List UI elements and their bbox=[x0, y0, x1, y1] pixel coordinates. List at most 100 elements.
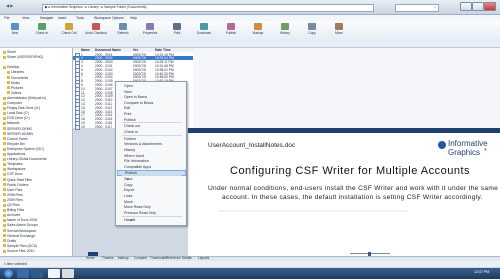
sidebar-item[interactable]: CSF Docs bbox=[3, 172, 22, 176]
ribbon-button-copy[interactable]: Copy bbox=[301, 23, 323, 40]
sidebar-item[interactable]: Videos bbox=[7, 91, 21, 95]
menu-item-view[interactable]: View bbox=[22, 16, 29, 20]
sidebar-item[interactable]: Quick Start Files bbox=[3, 178, 32, 182]
context-menu-item-move[interactable]: Move bbox=[124, 200, 133, 204]
context-menu-item-edit[interactable]: Edit bbox=[124, 106, 130, 110]
bottom-tab-compare[interactable]: Compare bbox=[134, 256, 147, 260]
viewer-toolbar-text[interactable]: Annotate Version Content Measure Publish bbox=[246, 136, 315, 141]
sidebar-item[interactable]: Pictures bbox=[7, 86, 23, 90]
sidebar-item[interactable]: Sheet bbox=[3, 50, 16, 54]
context-menu-item-file-information[interactable]: File Information bbox=[124, 159, 149, 163]
context-menu-item-compare-to-brava[interactable]: Compare to Brava bbox=[124, 101, 153, 105]
sidebar-item[interactable]: Name of Docs 2008 bbox=[3, 218, 37, 222]
sidebar-item[interactable]: Desktop bbox=[3, 65, 19, 69]
menu-item-insert[interactable]: Insert bbox=[58, 16, 66, 20]
context-menu-item-open[interactable]: Open bbox=[124, 84, 133, 88]
sidebar-item[interactable]: Administrator (Kirby.ad.in) bbox=[3, 96, 46, 100]
page-button[interactable] bbox=[88, 252, 98, 256]
sidebar-item[interactable]: Network bbox=[3, 121, 19, 125]
ribbon-button-download[interactable]: Download bbox=[193, 23, 215, 40]
sidebar-item[interactable]: Drafts bbox=[3, 239, 16, 243]
sidebar-item[interactable]: DVD Drive (D:) bbox=[3, 116, 30, 120]
ribbon-button-print[interactable]: Print bbox=[166, 23, 188, 40]
sidebar-item[interactable]: Recycle Bin bbox=[3, 142, 25, 146]
sidebar-item[interactable]: Service/Workspace bbox=[3, 229, 36, 233]
address-bar[interactable]: ▶ ▸ Informative Graphics › ▸ Library › ▸… bbox=[42, 4, 374, 12]
context-menu-item-history[interactable]: History bbox=[124, 148, 135, 152]
minimize-button[interactable] bbox=[460, 2, 472, 11]
nav-arrows[interactable]: ◀ ▶ bbox=[6, 4, 13, 8]
sidebar-item[interactable]: General Exchange bbox=[3, 234, 35, 238]
ribbon-button-refresh[interactable]: Refresh bbox=[112, 23, 134, 40]
sidebar-item[interactable]: Public Folders bbox=[3, 183, 28, 187]
taskbar-item-window-2[interactable] bbox=[62, 269, 74, 278]
maximize-button[interactable] bbox=[472, 2, 484, 11]
ribbon-button-markup[interactable]: Markup bbox=[247, 23, 269, 40]
bottom-tab-thumbnails[interactable]: Thumbnails bbox=[150, 256, 166, 260]
menu-item-file[interactable]: File bbox=[4, 16, 9, 20]
context-menu-item-move-read-only[interactable]: Move Read Only bbox=[124, 205, 151, 209]
close-button[interactable] bbox=[484, 2, 496, 11]
taskbar-item-explorer[interactable] bbox=[17, 269, 29, 278]
sidebar-item[interactable]: Q3 Files bbox=[3, 203, 20, 207]
menu-item-help[interactable]: Help bbox=[130, 16, 137, 20]
context-menu-item-where-used[interactable]: Where Used bbox=[124, 154, 144, 158]
context-menu-item-open-in-brava[interactable]: Open in Brava bbox=[124, 95, 147, 99]
ribbon-button-check-out[interactable]: Check Out bbox=[58, 23, 80, 40]
ribbon-button-properties[interactable]: Properties bbox=[139, 23, 161, 40]
ribbon-button-new[interactable]: New bbox=[4, 23, 26, 40]
bottom-tab-details[interactable]: Details bbox=[182, 256, 192, 260]
context-menu-item-folders[interactable]: Folders bbox=[124, 137, 136, 141]
menu-item-tools[interactable]: Tools bbox=[76, 16, 84, 20]
menu-item-workspace[interactable]: Workspace bbox=[94, 16, 111, 20]
sidebar-item[interactable]: Floppy Disk Drive (A:) bbox=[3, 106, 40, 110]
bottom-tab-layouts[interactable]: Layouts bbox=[198, 256, 209, 260]
sidebar-item[interactable]: Templates bbox=[3, 162, 22, 166]
sidebar-item[interactable]: User Files bbox=[3, 188, 22, 192]
context-menu-item-publish[interactable]: Publish bbox=[124, 118, 136, 122]
context-menu-item-view[interactable]: View bbox=[124, 90, 132, 94]
menu-item-navigate[interactable]: Navigate bbox=[40, 16, 53, 20]
ribbon-button-undo-checkout[interactable]: Undo Checkout bbox=[85, 23, 107, 40]
ribbon-button-history[interactable]: History bbox=[274, 23, 296, 40]
sidebar-item[interactable]: Music bbox=[7, 81, 20, 85]
context-menu-item-links[interactable]: Links bbox=[124, 194, 132, 198]
context-menu-item-compatible-apps[interactable]: Compatible Apps bbox=[124, 165, 151, 169]
sidebar-item[interactable]: 2009 Files bbox=[3, 198, 23, 202]
sidebar-item[interactable]: 2008 Files bbox=[3, 193, 23, 197]
start-button[interactable] bbox=[4, 269, 13, 278]
ribbon-button-move[interactable]: Move bbox=[328, 23, 350, 40]
sidebar-item[interactable]: Archived bbox=[3, 213, 20, 217]
sidebar-item[interactable]: Share (\\SERVER\ENG) bbox=[3, 55, 43, 59]
sidebar-item[interactable]: Applications bbox=[3, 152, 25, 156]
bottom-tab-thumbs[interactable]: Thumbs bbox=[102, 256, 114, 260]
context-menu-item-copy[interactable]: Copy bbox=[124, 183, 132, 187]
menu-item-options[interactable]: Options bbox=[112, 16, 124, 20]
bottom-tab-home[interactable]: Home bbox=[86, 256, 95, 260]
sidebar-item[interactable]: Documents bbox=[7, 76, 28, 80]
search-input[interactable]: ⌕ bbox=[395, 4, 439, 12]
bottom-tab-reference[interactable]: Reference bbox=[166, 256, 181, 260]
sidebar-item[interactable]: Computer bbox=[3, 101, 22, 105]
column-header[interactable]: Document Name bbox=[95, 48, 121, 52]
sidebar-item[interactable]: Sales Admin Groups bbox=[3, 223, 38, 227]
context-menu-item-send[interactable]: Send ▶ bbox=[124, 177, 132, 181]
context-menu-item-handle[interactable]: Handle ▶ bbox=[124, 218, 135, 222]
context-menu-item-versions-attachments[interactable]: Versions & Attachments bbox=[124, 142, 162, 146]
column-header[interactable]: Date Time bbox=[155, 48, 171, 52]
sidebar-item[interactable]: Source Files 2010 bbox=[3, 249, 34, 253]
context-menu-item-print[interactable]: Print bbox=[124, 112, 131, 116]
sidebar-item[interactable]: Enterprise System (IGC) bbox=[3, 147, 44, 151]
sidebar-item[interactable]: Control Panel bbox=[3, 137, 28, 141]
sidebar-item[interactable]: Billing Files bbox=[3, 208, 24, 212]
taskbar-item-window[interactable] bbox=[48, 269, 60, 278]
context-menu-item-previous-read-only[interactable]: Previous Read Only bbox=[124, 211, 156, 215]
context-menu-item-check-in[interactable]: Check in bbox=[124, 130, 138, 134]
sidebar-item[interactable]: Libraries bbox=[7, 70, 24, 74]
column-header[interactable]: Ver bbox=[133, 48, 138, 52]
ribbon-button-publish[interactable]: Publish bbox=[220, 23, 242, 40]
sidebar-item[interactable]: Local Disk (C:) bbox=[3, 111, 29, 115]
sidebar-item[interactable]: SERVER-DEMO bbox=[3, 127, 32, 131]
sidebar-item[interactable]: Workspaces bbox=[3, 167, 26, 171]
bottom-tab-markup[interactable]: Markup bbox=[118, 256, 129, 260]
